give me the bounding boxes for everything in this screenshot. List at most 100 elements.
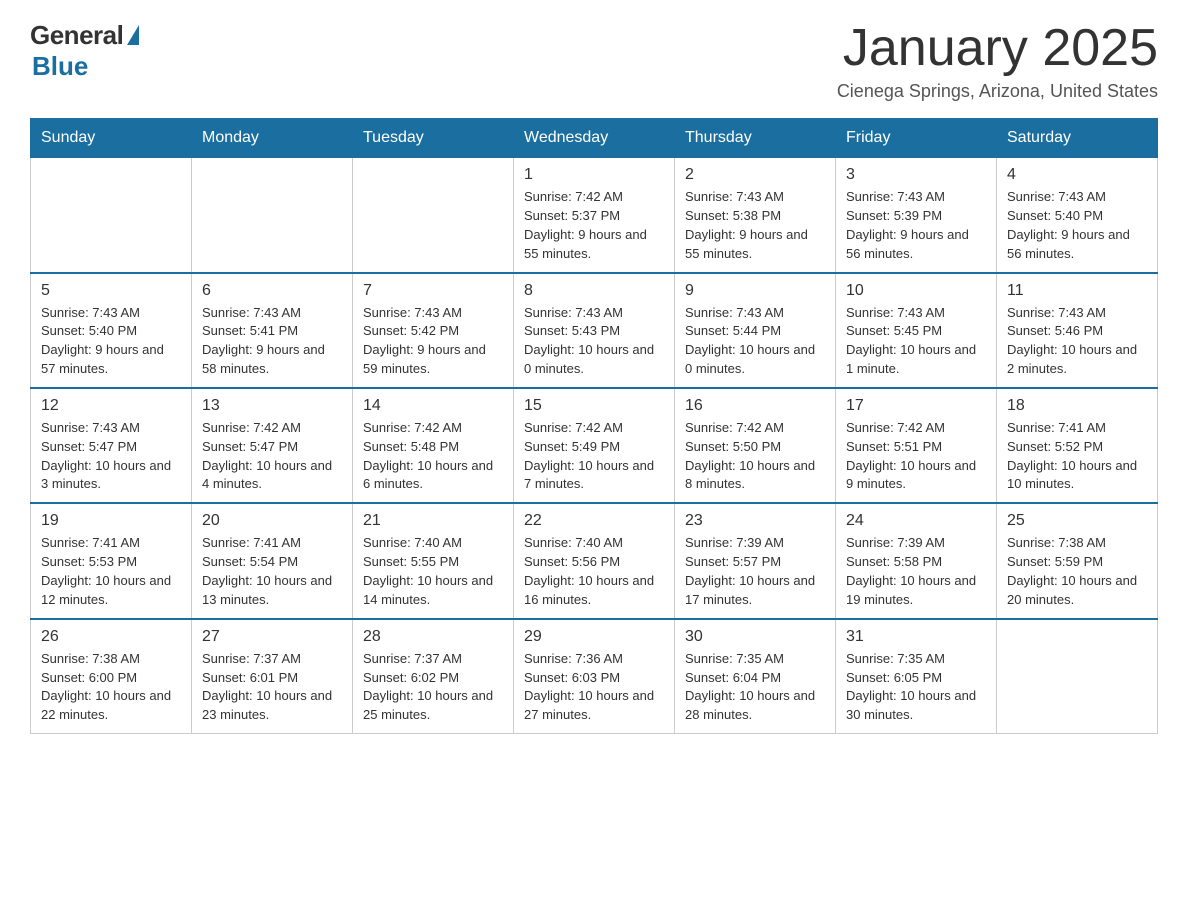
day-info: Sunrise: 7:43 AM Sunset: 5:41 PM Dayligh…	[202, 304, 342, 379]
calendar-cell: 20 Sunrise: 7:41 AM Sunset: 5:54 PM Dayli…	[192, 503, 353, 618]
day-number: 16	[685, 397, 825, 415]
calendar-cell: 14 Sunrise: 7:42 AM Sunset: 5:48 PM Dayli…	[353, 388, 514, 503]
day-info: Sunrise: 7:41 AM Sunset: 5:54 PM Dayligh…	[202, 534, 342, 609]
calendar-cell: 4 Sunrise: 7:43 AM Sunset: 5:40 PM Daylig…	[997, 158, 1158, 273]
calendar-week-row: 1 Sunrise: 7:42 AM Sunset: 5:37 PM Daylig…	[31, 158, 1158, 273]
day-number: 9	[685, 282, 825, 300]
day-number: 12	[41, 397, 181, 415]
logo-general-text: General	[30, 20, 123, 51]
calendar-cell: 8 Sunrise: 7:43 AM Sunset: 5:43 PM Daylig…	[514, 273, 675, 388]
day-number: 6	[202, 282, 342, 300]
calendar-cell: 17 Sunrise: 7:42 AM Sunset: 5:51 PM Dayli…	[836, 388, 997, 503]
day-info: Sunrise: 7:40 AM Sunset: 5:56 PM Dayligh…	[524, 534, 664, 609]
day-info: Sunrise: 7:41 AM Sunset: 5:52 PM Dayligh…	[1007, 419, 1147, 494]
day-info: Sunrise: 7:43 AM Sunset: 5:43 PM Dayligh…	[524, 304, 664, 379]
calendar-cell: 16Sunrise: 7:42 AM Sunset: 5:50 PM Dayli…	[675, 388, 836, 503]
calendar-cell: 1 Sunrise: 7:42 AM Sunset: 5:37 PM Daylig…	[514, 158, 675, 273]
calendar-cell	[31, 158, 192, 273]
day-number: 7	[363, 282, 503, 300]
calendar-header-wednesday: Wednesday	[514, 119, 675, 158]
calendar-header-thursday: Thursday	[675, 119, 836, 158]
calendar-cell: 11 Sunrise: 7:43 AM Sunset: 5:46 PM Dayli…	[997, 273, 1158, 388]
day-number: 1	[524, 166, 664, 184]
day-info: Sunrise: 7:37 AM Sunset: 6:02 PM Dayligh…	[363, 650, 503, 725]
day-info: Sunrise: 7:35 AM Sunset: 6:05 PM Dayligh…	[846, 650, 986, 725]
calendar-table: SundayMondayTuesdayWednesdayThursdayFrid…	[30, 118, 1158, 734]
calendar-cell: 26Sunrise: 7:38 AM Sunset: 6:00 PM Dayli…	[31, 619, 192, 734]
day-info: Sunrise: 7:42 AM Sunset: 5:37 PM Dayligh…	[524, 188, 664, 263]
day-info: Sunrise: 7:37 AM Sunset: 6:01 PM Dayligh…	[202, 650, 342, 725]
day-info: Sunrise: 7:36 AM Sunset: 6:03 PM Dayligh…	[524, 650, 664, 725]
day-info: Sunrise: 7:43 AM Sunset: 5:39 PM Dayligh…	[846, 188, 986, 263]
day-number: 31	[846, 628, 986, 646]
calendar-cell: 12 Sunrise: 7:43 AM Sunset: 5:47 PM Dayli…	[31, 388, 192, 503]
day-info: Sunrise: 7:39 AM Sunset: 5:58 PM Dayligh…	[846, 534, 986, 609]
day-number: 23	[685, 512, 825, 530]
calendar-week-row: 19 Sunrise: 7:41 AM Sunset: 5:53 PM Dayli…	[31, 503, 1158, 618]
day-number: 17	[846, 397, 986, 415]
calendar-cell: 22 Sunrise: 7:40 AM Sunset: 5:56 PM Dayli…	[514, 503, 675, 618]
day-info: Sunrise: 7:42 AM Sunset: 5:47 PM Dayligh…	[202, 419, 342, 494]
calendar-week-row: 12 Sunrise: 7:43 AM Sunset: 5:47 PM Dayli…	[31, 388, 1158, 503]
calendar-cell: 27 Sunrise: 7:37 AM Sunset: 6:01 PM Dayli…	[192, 619, 353, 734]
calendar-cell: 28 Sunrise: 7:37 AM Sunset: 6:02 PM Dayli…	[353, 619, 514, 734]
calendar-cell	[997, 619, 1158, 734]
day-number: 10	[846, 282, 986, 300]
day-info: Sunrise: 7:42 AM Sunset: 5:49 PM Dayligh…	[524, 419, 664, 494]
day-number: 14	[363, 397, 503, 415]
calendar-cell: 18 Sunrise: 7:41 AM Sunset: 5:52 PM Dayli…	[997, 388, 1158, 503]
calendar-cell: 30Sunrise: 7:35 AM Sunset: 6:04 PM Dayli…	[675, 619, 836, 734]
day-info: Sunrise: 7:43 AM Sunset: 5:40 PM Dayligh…	[41, 304, 181, 379]
calendar-cell: 29Sunrise: 7:36 AM Sunset: 6:03 PM Dayli…	[514, 619, 675, 734]
day-number: 28	[363, 628, 503, 646]
calendar-header-tuesday: Tuesday	[353, 119, 514, 158]
day-number: 19	[41, 512, 181, 530]
day-number: 11	[1007, 282, 1147, 300]
calendar-cell: 6 Sunrise: 7:43 AM Sunset: 5:41 PM Daylig…	[192, 273, 353, 388]
day-number: 24	[846, 512, 986, 530]
day-number: 8	[524, 282, 664, 300]
day-number: 15	[524, 397, 664, 415]
day-number: 5	[41, 282, 181, 300]
calendar-cell	[353, 158, 514, 273]
calendar-week-row: 26Sunrise: 7:38 AM Sunset: 6:00 PM Dayli…	[31, 619, 1158, 734]
day-number: 27	[202, 628, 342, 646]
calendar-week-row: 5 Sunrise: 7:43 AM Sunset: 5:40 PM Daylig…	[31, 273, 1158, 388]
day-info: Sunrise: 7:43 AM Sunset: 5:44 PM Dayligh…	[685, 304, 825, 379]
calendar-cell: 9 Sunrise: 7:43 AM Sunset: 5:44 PM Daylig…	[675, 273, 836, 388]
calendar-cell: 23 Sunrise: 7:39 AM Sunset: 5:57 PM Dayli…	[675, 503, 836, 618]
day-number: 22	[524, 512, 664, 530]
calendar-header-sunday: Sunday	[31, 119, 192, 158]
day-number: 18	[1007, 397, 1147, 415]
calendar-cell: 13Sunrise: 7:42 AM Sunset: 5:47 PM Dayli…	[192, 388, 353, 503]
day-info: Sunrise: 7:43 AM Sunset: 5:38 PM Dayligh…	[685, 188, 825, 263]
day-info: Sunrise: 7:41 AM Sunset: 5:53 PM Dayligh…	[41, 534, 181, 609]
page-header: General Blue January 2025 Cienega Spring…	[30, 20, 1158, 102]
day-info: Sunrise: 7:39 AM Sunset: 5:57 PM Dayligh…	[685, 534, 825, 609]
calendar-header-friday: Friday	[836, 119, 997, 158]
day-info: Sunrise: 7:43 AM Sunset: 5:46 PM Dayligh…	[1007, 304, 1147, 379]
calendar-cell: 21 Sunrise: 7:40 AM Sunset: 5:55 PM Dayli…	[353, 503, 514, 618]
calendar-header-row: SundayMondayTuesdayWednesdayThursdayFrid…	[31, 119, 1158, 158]
day-info: Sunrise: 7:42 AM Sunset: 5:48 PM Dayligh…	[363, 419, 503, 494]
day-info: Sunrise: 7:43 AM Sunset: 5:47 PM Dayligh…	[41, 419, 181, 494]
logo-triangle-icon	[127, 25, 139, 45]
day-info: Sunrise: 7:43 AM Sunset: 5:40 PM Dayligh…	[1007, 188, 1147, 263]
day-number: 20	[202, 512, 342, 530]
calendar-cell: 2Sunrise: 7:43 AM Sunset: 5:38 PM Daylig…	[675, 158, 836, 273]
calendar-cell: 24 Sunrise: 7:39 AM Sunset: 5:58 PM Dayli…	[836, 503, 997, 618]
day-info: Sunrise: 7:43 AM Sunset: 5:42 PM Dayligh…	[363, 304, 503, 379]
calendar-header-monday: Monday	[192, 119, 353, 158]
calendar-cell: 10Sunrise: 7:43 AM Sunset: 5:45 PM Dayli…	[836, 273, 997, 388]
logo: General Blue	[30, 20, 139, 82]
day-info: Sunrise: 7:40 AM Sunset: 5:55 PM Dayligh…	[363, 534, 503, 609]
calendar-cell	[192, 158, 353, 273]
calendar-cell: 5 Sunrise: 7:43 AM Sunset: 5:40 PM Daylig…	[31, 273, 192, 388]
calendar-cell: 25Sunrise: 7:38 AM Sunset: 5:59 PM Dayli…	[997, 503, 1158, 618]
day-info: Sunrise: 7:42 AM Sunset: 5:51 PM Dayligh…	[846, 419, 986, 494]
calendar-cell: 31 Sunrise: 7:35 AM Sunset: 6:05 PM Dayli…	[836, 619, 997, 734]
day-number: 21	[363, 512, 503, 530]
day-info: Sunrise: 7:38 AM Sunset: 6:00 PM Dayligh…	[41, 650, 181, 725]
day-info: Sunrise: 7:35 AM Sunset: 6:04 PM Dayligh…	[685, 650, 825, 725]
day-number: 4	[1007, 166, 1147, 184]
